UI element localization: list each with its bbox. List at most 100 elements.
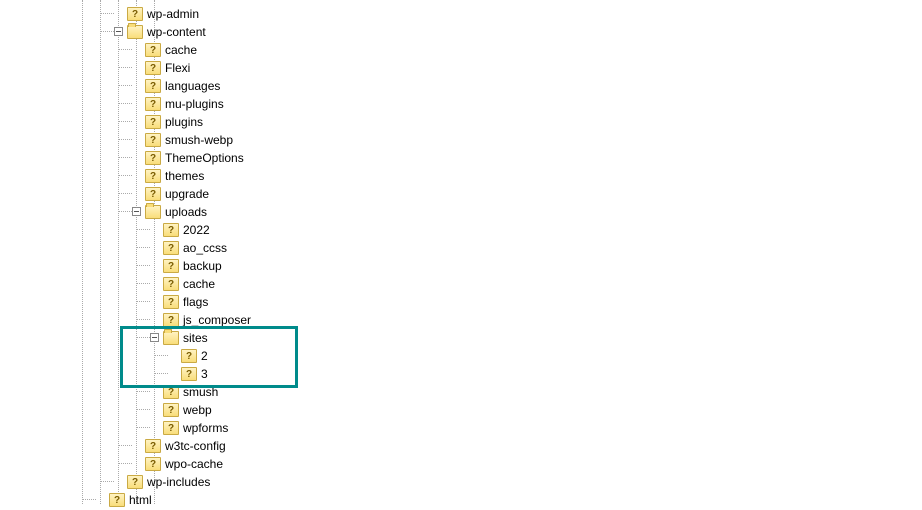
tree-item[interactable]: flags [0,292,922,310]
toggle-spacer [150,279,163,288]
tree-item[interactable]: wp-admin [0,4,922,22]
tree-item[interactable]: wpo-cache [0,454,922,472]
tree-item[interactable]: smush [0,382,922,400]
tree-item-label: upgrade [165,187,209,201]
unknown-file-icon [163,277,179,291]
toggle-spacer [132,441,145,450]
tree-item-label: 3 [201,367,208,381]
toggle-spacer [114,9,127,18]
unknown-file-icon [145,457,161,471]
unknown-file-icon [181,349,197,363]
toggle-spacer [132,171,145,180]
tree-connector [119,121,132,122]
tree-connector [119,85,132,86]
tree-item-label: html [129,493,152,507]
tree-connector [101,31,114,32]
toggle-spacer [168,351,181,360]
tree-item-label: smush [183,385,218,399]
tree-item-label: Flexi [165,61,190,75]
tree-connector [137,319,150,320]
tree-connector [119,463,132,464]
tree-item-label: 2 [201,349,208,363]
tree-item[interactable]: html [0,490,922,508]
tree-connector [119,175,132,176]
collapse-toggle[interactable] [150,333,159,342]
tree-item[interactable]: 3 [0,364,922,382]
collapse-toggle[interactable] [114,27,123,36]
tree-item[interactable]: 2 [0,346,922,364]
tree-item[interactable]: upgrade [0,184,922,202]
folder-tree: wp-admin wp-content cache Flexilanguages mu-… [0,0,922,508]
tree-folder-expanded[interactable]: sites [0,328,922,346]
tree-folder-expanded[interactable]: uploads [0,202,922,220]
tree-item-label: cache [165,43,197,57]
unknown-file-icon [163,421,179,435]
tree-item[interactable]: smush-webp [0,130,922,148]
tree-connector [155,373,168,374]
tree-item-label: cache [183,277,215,291]
tree-connector [137,283,150,284]
folder-icon [163,331,179,345]
tree-item-label: sites [183,331,208,345]
unknown-file-icon [145,151,161,165]
tree-connector [119,103,132,104]
toggle-spacer [132,189,145,198]
tree-item[interactable]: wp-includes [0,472,922,490]
tree-item-label: flags [183,295,208,309]
tree-item-label: mu-plugins [165,97,224,111]
tree-item[interactable]: w3tc-config [0,436,922,454]
tree-item[interactable]: js_composer [0,310,922,328]
unknown-file-icon [145,133,161,147]
tree-item[interactable]: ThemeOptions [0,148,922,166]
tree-item[interactable]: backup [0,256,922,274]
tree-item-label: webp [183,403,212,417]
tree-connector [137,265,150,266]
unknown-file-icon [145,169,161,183]
tree-item[interactable]: ao_ccss [0,238,922,256]
tree-item[interactable]: themes [0,166,922,184]
unknown-file-icon [163,313,179,327]
tree-connector [119,193,132,194]
tree-connector [119,139,132,140]
tree-item-label: 2022 [183,223,210,237]
tree-connector [101,13,114,14]
tree-connector [137,427,150,428]
unknown-file-icon [145,61,161,75]
toggle-spacer [150,315,163,324]
tree-item[interactable]: languages [0,76,922,94]
toggle-spacer [132,45,145,54]
tree-item[interactable]: plugins [0,112,922,130]
tree-item[interactable]: 2022 [0,220,922,238]
tree-item-label: backup [183,259,222,273]
unknown-file-icon [163,223,179,237]
toggle-spacer [132,117,145,126]
tree-item-label: ThemeOptions [165,151,244,165]
unknown-file-icon [163,385,179,399]
tree-folder-expanded[interactable]: wp-content [0,22,922,40]
tree-item[interactable]: mu-plugins [0,94,922,112]
tree-item-label: wpforms [183,421,228,435]
tree-connector [137,229,150,230]
tree-connector [137,247,150,248]
unknown-file-icon [145,79,161,93]
unknown-file-icon [181,367,197,381]
unknown-file-icon [145,97,161,111]
tree-item[interactable]: Flexi [0,58,922,76]
unknown-file-icon [163,241,179,255]
unknown-file-icon [127,7,143,21]
toggle-spacer [132,135,145,144]
toggle-spacer [96,495,109,504]
tree-item[interactable]: wpforms [0,418,922,436]
collapse-toggle[interactable] [132,207,141,216]
tree-connector [119,211,132,212]
tree-item[interactable]: cache [0,40,922,58]
tree-connector [119,445,132,446]
toggle-spacer [150,261,163,270]
tree-item-label: wp-content [147,25,206,39]
tree-item[interactable]: cache [0,274,922,292]
tree-item-label: wp-admin [147,7,199,21]
toggle-spacer [132,459,145,468]
tree-item[interactable]: webp [0,400,922,418]
toggle-spacer [168,369,181,378]
tree-item-label: w3tc-config [165,439,226,453]
